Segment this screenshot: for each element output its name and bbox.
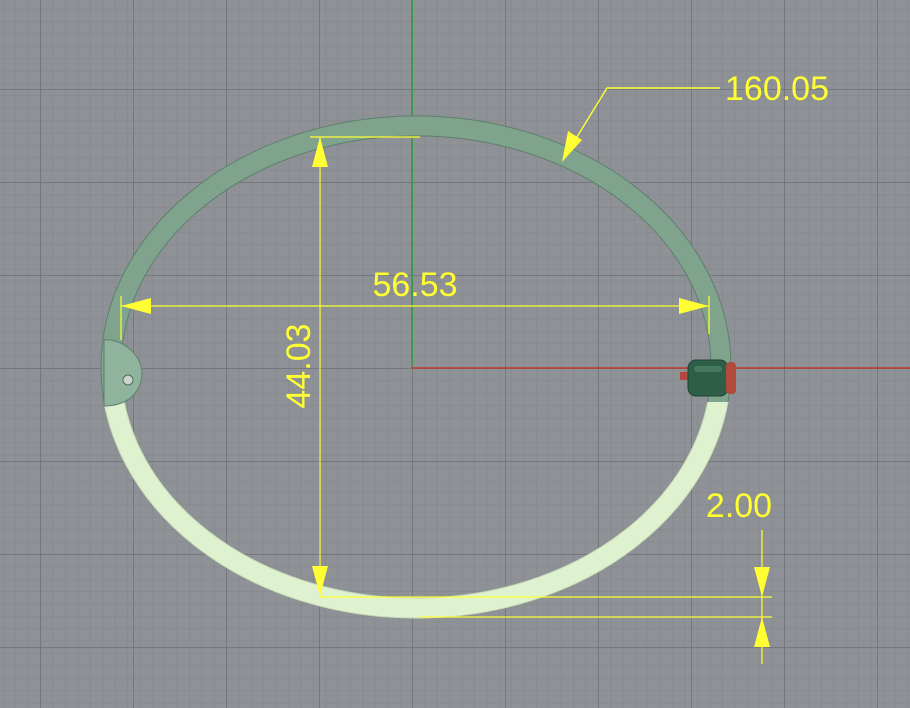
perimeter-leader[interactable]: 160.05	[562, 70, 829, 162]
circle-hole-icon	[122, 374, 134, 386]
height-dimension[interactable]: 44.03	[280, 136, 420, 596]
dimension-arrow-up	[754, 617, 770, 647]
rhino-top-viewport[interactable]: 56.53 44.03 160.05 2.00	[0, 0, 910, 708]
pivot-lobe[interactable]	[103, 339, 143, 407]
height-dimension-label: 44.03	[280, 323, 318, 408]
thickness-dimension-label: 2.00	[706, 487, 772, 525]
viewport-scene[interactable]: 56.53 44.03 160.05 2.00	[0, 0, 910, 708]
width-dimension[interactable]: 56.53	[120, 266, 710, 340]
perimeter-dimension-label: 160.05	[725, 70, 829, 108]
width-dimension-label: 56.53	[372, 266, 457, 304]
dimension-arrow-down	[754, 567, 770, 597]
hinge-pin-icon[interactable]	[680, 359, 736, 397]
